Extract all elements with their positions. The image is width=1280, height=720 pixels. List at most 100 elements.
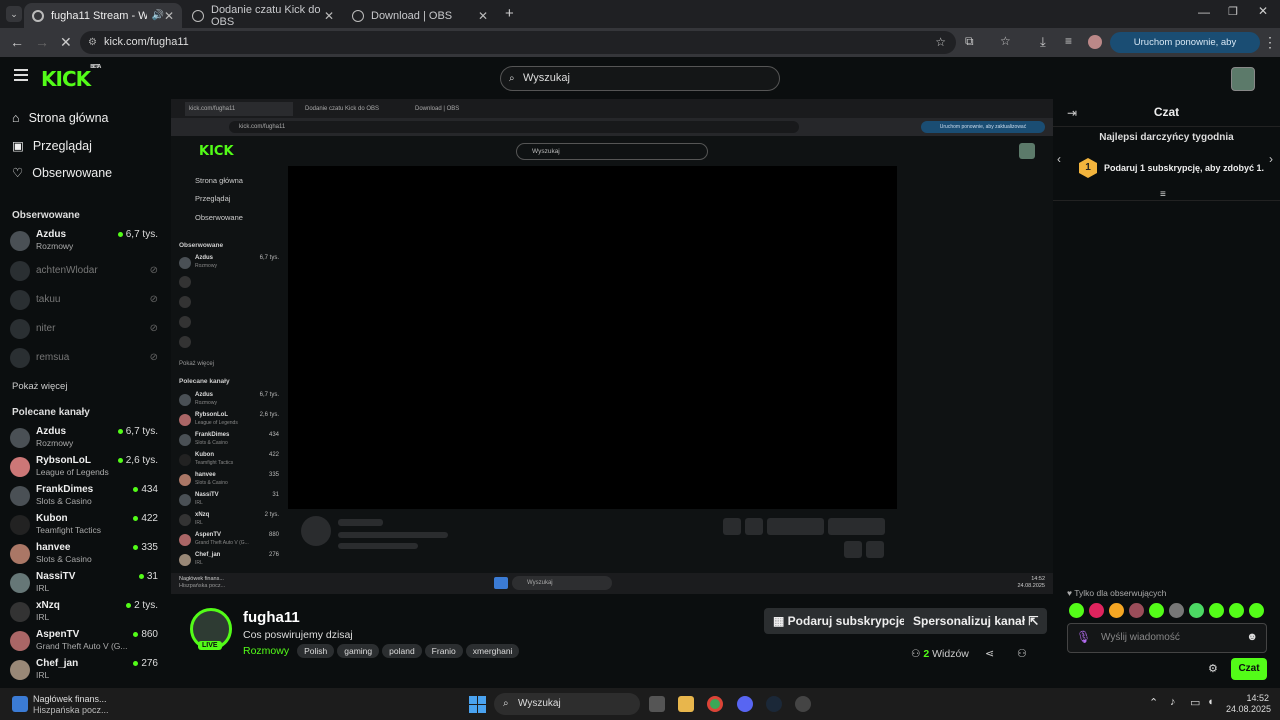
channel-name[interactable]: fugha11 (243, 609, 300, 626)
recommended-channel[interactable]: RybsonLoL League of Legends 2,6 tys. (10, 453, 160, 481)
recommended-channel[interactable]: FrankDimes Slots & Casino 434 (10, 482, 160, 510)
tray-chevron-icon[interactable]: ⌃ (1149, 696, 1158, 709)
tab-dodanie-czatu[interactable]: Dodanie czatu Kick do OBS ✕ (184, 3, 342, 28)
file-explorer-icon[interactable] (678, 696, 694, 712)
followed-channel-takuu[interactable]: takuu ⊘ (10, 286, 160, 314)
gift-sub-button[interactable]: ▦ Podaruj subskrypcje (764, 608, 915, 634)
obs-icon[interactable] (795, 696, 811, 712)
task-view-icon[interactable] (649, 696, 665, 712)
followed-channel-achtenwlodar[interactable]: achtenWlodar ⊘ (10, 257, 160, 285)
clock[interactable]: 14:52 24.08.2025 (1226, 693, 1271, 715)
emote-icon[interactable] (1109, 603, 1124, 618)
recommended-channel[interactable]: Kubon Teamfight Tactics 422 (10, 511, 160, 539)
close-tab-icon[interactable]: ✕ (478, 9, 488, 23)
tray-mic-icon[interactable]: ♪ (1170, 696, 1176, 708)
emote-icon[interactable] (1189, 603, 1204, 618)
forward-icon[interactable]: → (35, 34, 49, 50)
steam-icon[interactable] (766, 696, 782, 712)
viewer-count: ⚇ 2 Widzów (911, 648, 969, 660)
network-icon[interactable]: ▭ (1190, 696, 1200, 709)
nested-offline-avatar (179, 316, 191, 328)
stop-icon[interactable]: ✕ (60, 34, 72, 51)
sidebar-nav-home[interactable]: ⌂ Strona główna (12, 111, 108, 125)
recommended-channel[interactable]: AspenTV Grand Theft Auto V (G... 860 (10, 627, 160, 655)
stream-category[interactable]: Rozmowy (243, 645, 289, 657)
followed-channel-remsua[interactable]: remsua ⊘ (10, 344, 160, 372)
nested-news-sub: Hiszpańska pocz... (179, 583, 226, 589)
emote-icon[interactable] (1089, 603, 1104, 618)
menu-kebab-icon[interactable]: ⋮ (1263, 34, 1277, 51)
tag-chip[interactable]: Franio (424, 644, 463, 658)
news-widget-icon[interactable] (12, 696, 28, 712)
volume-icon[interactable]: ◖ (1207, 696, 1214, 708)
news-widget[interactable]: Nagłówek finans... Hiszpańska pocz... (33, 694, 109, 716)
download-icon[interactable]: ⤓ (1040, 34, 1046, 50)
followers-only-notice: ♥ Tylko dla obserwujących (1067, 588, 1167, 598)
discord-icon[interactable] (737, 696, 753, 712)
emote-icon[interactable] (1149, 603, 1164, 618)
tab-download-obs[interactable]: Download | OBS ✕ (344, 3, 496, 28)
chat-settings-gear-icon[interactable]: ⚙ (1208, 662, 1218, 675)
tag-chip[interactable]: gaming (337, 644, 380, 658)
close-tab-icon[interactable]: ✕ (164, 9, 174, 23)
back-icon[interactable]: ← (10, 34, 24, 50)
microphone-icon[interactable]: 🎙 (1076, 630, 1091, 644)
sidebar-nav-following[interactable]: ♡ Obserwowane (12, 165, 112, 181)
relaunch-update-button[interactable]: Uruchom ponownie, aby zaktualizować (1110, 32, 1260, 69)
search-input[interactable]: ⌕ Wyszukaj (500, 66, 780, 91)
recommended-channel[interactable]: xNzq IRL 2 tys. (10, 598, 160, 626)
customize-channel-button[interactable]: Spersonalizuj kanał ⇱ (904, 608, 1048, 634)
media-control-icon[interactable]: ≡ (1065, 34, 1072, 48)
user-avatar[interactable] (1231, 67, 1255, 91)
nested-clock: 14:52 (1031, 576, 1045, 582)
show-more-link[interactable]: Pokaż więcej (12, 381, 67, 392)
speaker-icon[interactable]: 🔊 (151, 10, 163, 21)
kick-logo[interactable]: KICKBETA (41, 64, 101, 91)
hamburger-menu-icon[interactable] (14, 69, 28, 81)
address-bar[interactable]: ⚙ kick.com/fugha11 ☆ (80, 31, 956, 54)
avatar (10, 573, 30, 593)
followed-channel-niter[interactable]: niter ⊘ (10, 315, 160, 343)
taskbar-search[interactable]: ⌕ Wyszukaj (494, 693, 640, 715)
share-icon[interactable]: ⋖ (985, 647, 994, 660)
followed-channel-azdus[interactable]: Azdus Rozmowy 6,7 tys. (10, 227, 160, 255)
emote-icon[interactable] (1209, 603, 1224, 618)
reading-list-icon[interactable]: ☆ (1000, 34, 1011, 48)
emote-icon[interactable] (1069, 603, 1084, 618)
minimize-button[interactable]: — (1198, 5, 1210, 19)
extensions-icon[interactable]: ⧉ (965, 34, 974, 49)
chrome-icon[interactable] (707, 696, 723, 712)
tag-chip[interactable]: xmerghani (465, 644, 520, 658)
site-info-icon[interactable]: ⚙ (88, 31, 97, 54)
windows-start-icon[interactable] (469, 696, 486, 713)
emote-icon[interactable] (1229, 603, 1244, 618)
emote-icon[interactable] (1129, 603, 1144, 618)
tab-search-button[interactable]: ⌄ (6, 6, 22, 22)
chevron-right-icon[interactable]: › (1269, 152, 1273, 166)
chevron-left-icon[interactable]: ‹ (1057, 152, 1061, 166)
chat-message-input[interactable]: 🎙 Wyślij wiadomość ☻ (1067, 623, 1267, 653)
leaderboard-text[interactable]: Podaruj 1 subskrypcję, aby zdobyć 1. (1104, 163, 1264, 173)
profile-avatar[interactable] (1088, 35, 1102, 49)
emote-icon[interactable] (1249, 603, 1264, 618)
send-chat-button[interactable]: Czat (1231, 658, 1267, 680)
tag-chip[interactable]: poland (382, 644, 422, 658)
close-tab-icon[interactable]: ✕ (324, 9, 334, 23)
close-window-button[interactable]: ✕ (1258, 4, 1268, 18)
sidebar-nav-browse[interactable]: ▣ Przeglądaj (12, 138, 92, 154)
new-tab-button[interactable]: + (505, 5, 514, 22)
skeleton-block (745, 518, 763, 535)
follow-user-icon[interactable]: ⚇ (1017, 647, 1027, 660)
recommended-channel[interactable]: Azdus Rozmowy 6,7 tys. (10, 424, 160, 452)
maximize-button[interactable]: ❐ (1228, 5, 1238, 18)
bookmark-star-icon[interactable]: ☆ (935, 31, 946, 54)
recommended-channel[interactable]: hanvee Slots & Casino 335 (10, 540, 160, 568)
tab-fugha11[interactable]: fugha11 Stream - Watch Li... 🔊 ✕ (24, 3, 182, 28)
recommended-channel[interactable]: Chef_jan IRL 276 (10, 656, 160, 684)
recommended-channel[interactable]: NassiTV IRL 31 (10, 569, 160, 597)
avatar (10, 515, 30, 535)
tag-chip[interactable]: Polish (297, 644, 335, 658)
emoji-picker-icon[interactable]: ☻ (1246, 631, 1258, 643)
pin-expand-icon[interactable]: ≡ (1160, 189, 1166, 200)
emote-icon[interactable] (1169, 603, 1184, 618)
